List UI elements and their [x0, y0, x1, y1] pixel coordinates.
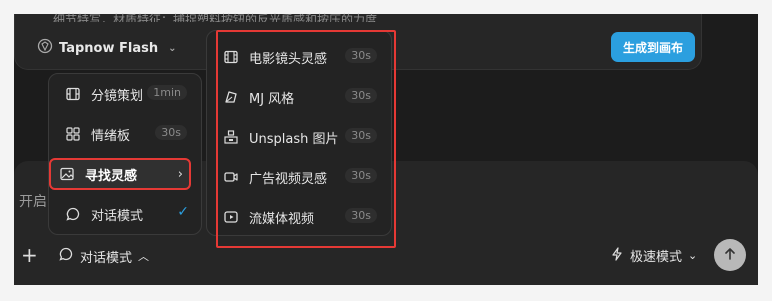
storyboard-icon	[65, 86, 81, 102]
add-icon[interactable]: +	[21, 243, 38, 267]
menu-item-label: 寻找灵感	[85, 168, 138, 184]
lightning-icon	[610, 246, 624, 265]
chevron-down-icon: ⌄	[168, 42, 177, 54]
menu-item-label: 分镜策划	[91, 88, 144, 104]
grid-icon	[65, 126, 81, 142]
time-badge: 1min	[147, 85, 187, 100]
menu-item-label: 情绪板	[91, 128, 131, 144]
generate-button[interactable]: 生成到画布	[611, 32, 695, 62]
mode-label: 对话模式	[80, 250, 133, 266]
arrow-up-icon	[723, 246, 737, 265]
model-selector[interactable]: Tapnow Flash ⌄	[37, 38, 176, 58]
menu-item-chat-mode[interactable]: 对话模式 ✓	[57, 198, 195, 230]
submenu-highlight-frame	[216, 30, 396, 248]
time-badge: 30s	[155, 125, 187, 140]
chevron-down-icon: ⌄	[688, 249, 698, 262]
menu-item-find-inspiration[interactable]: 寻找灵感 ›	[49, 158, 191, 190]
image-icon	[59, 166, 75, 182]
chat-icon	[58, 246, 74, 266]
chat-placeholder[interactable]: 开启	[19, 191, 49, 211]
prompt-text: 细节特写，材质特征：捕捉塑料按钮的反光质感和按压的力度	[53, 13, 378, 22]
menu-item-label: 对话模式	[91, 208, 144, 224]
speed-label: 极速模式	[630, 250, 683, 265]
checkmark-icon: ✓	[177, 204, 189, 220]
menu-item-moodboard[interactable]: 情绪板 30s	[57, 118, 195, 150]
speed-mode-dropdown[interactable]: 极速模式 ⌄	[610, 246, 697, 265]
mode-dropdown[interactable]: 对话模式 ︿	[58, 246, 149, 266]
model-label: Tapnow Flash	[59, 40, 159, 56]
send-button[interactable]	[714, 239, 746, 271]
chevron-up-icon: ︿	[138, 250, 150, 263]
menu-item-storyboard[interactable]: 分镜策划 1min	[57, 78, 195, 110]
mode-menu: 分镜策划 1min 情绪板 30s 寻找灵感 › 对话模式 ✓	[48, 73, 202, 235]
chevron-right-icon: ›	[177, 167, 183, 182]
model-logo-icon	[37, 38, 53, 58]
chat-icon	[65, 206, 81, 222]
